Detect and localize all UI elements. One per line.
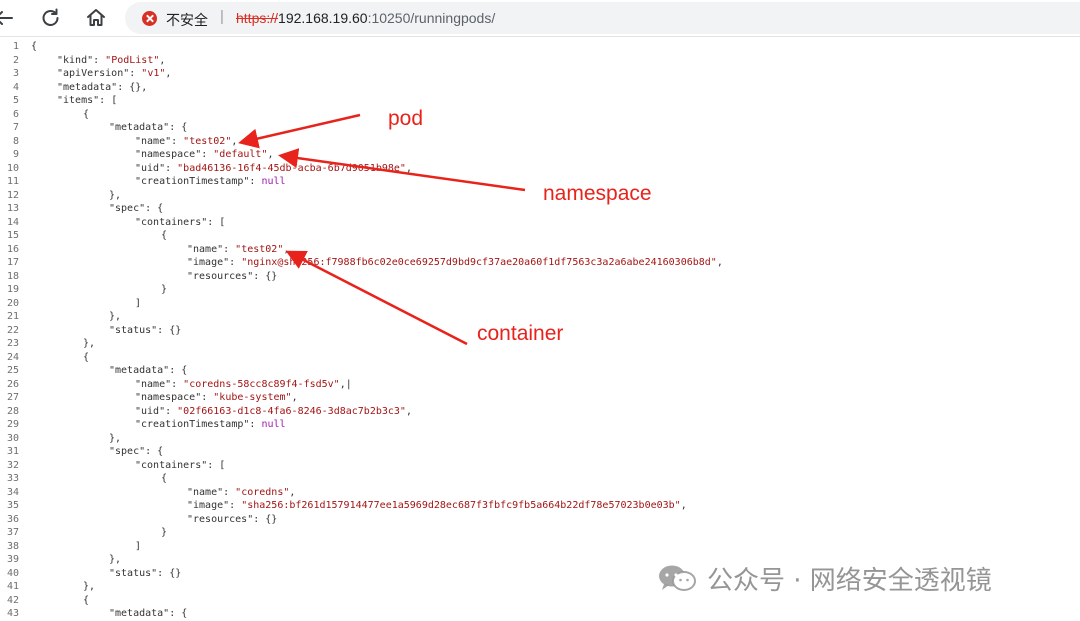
container-arrow [285, 250, 468, 346]
url-host: 192.168.19.60 [278, 10, 368, 26]
pod-annotation: pod [388, 107, 424, 130]
browser-toolbar: 不安全 | https://192.168.19.60:10250/runnin… [0, 0, 1080, 37]
not-secure-warning-icon[interactable] [142, 11, 157, 26]
wechat-logo-icon [659, 565, 696, 591]
json-viewer: 1{2 "kind": "PodList", 3 "apiVersion": "v1"… [0, 40, 1080, 621]
url-path: :10250/runningpods/ [367, 10, 496, 26]
pod-arrow [238, 113, 361, 149]
reload-button[interactable] [37, 5, 65, 31]
security-status-label[interactable]: 不安全 [166, 10, 208, 30]
watermark-text: 公众号 · 网络安全透视镜 [707, 565, 992, 596]
url-text[interactable]: https://192.168.19.60:10250/runningpods/ [236, 10, 495, 26]
namespace-annotation: namespace [543, 182, 652, 205]
url-scheme: https:// [236, 10, 279, 26]
address-bar[interactable]: 不安全 | https://192.168.19.60:10250/runnin… [125, 2, 1080, 34]
namespace-arrow [278, 148, 526, 192]
reload-icon [42, 8, 59, 26]
watermark: 公众号 · 网络安全透视镜 [655, 560, 992, 596]
container-annotation: container [477, 322, 564, 345]
url-divider: | [220, 8, 224, 25]
home-icon [87, 9, 105, 26]
back-arrow-icon [0, 11, 13, 25]
back-button[interactable] [0, 5, 18, 31]
home-button[interactable] [82, 5, 110, 31]
